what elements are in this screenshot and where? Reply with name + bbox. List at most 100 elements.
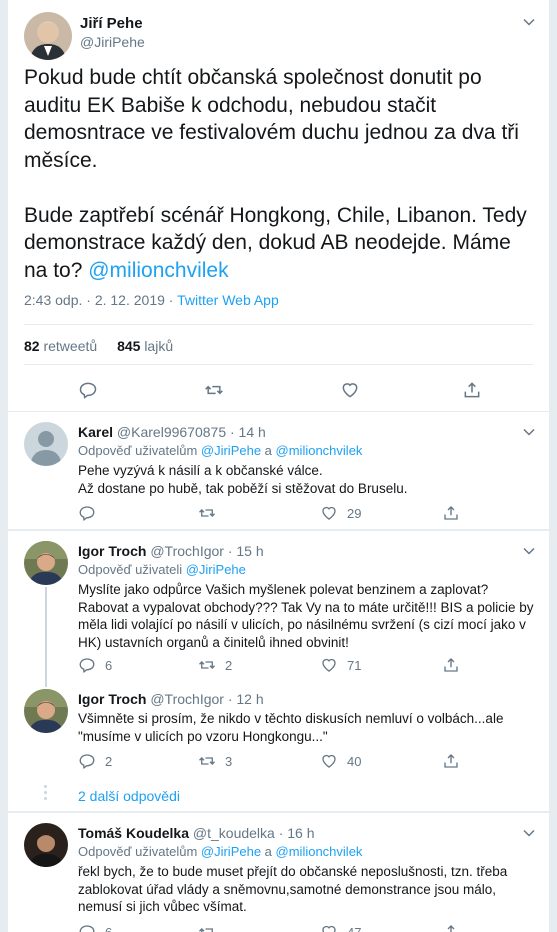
mention-link[interactable]: @JiriPehe <box>201 443 261 458</box>
mention-link[interactable]: @milionchvilek <box>276 844 363 859</box>
reply-icon <box>79 925 95 932</box>
like-icon <box>342 383 358 398</box>
like-button[interactable]: 40 <box>320 752 361 770</box>
retweet-button[interactable]: 2 <box>198 656 232 674</box>
like-icon <box>322 754 336 768</box>
reply-author-name[interactable]: Tomáš Koudelka <box>78 825 189 841</box>
reply-button[interactable] <box>78 380 98 400</box>
divider <box>24 364 533 365</box>
likes-stat[interactable]: 845 lajků <box>117 338 173 354</box>
like-button[interactable] <box>340 380 360 400</box>
replying-to-label: Odpověď uživateli <box>78 562 186 577</box>
replying-to-label: Odpověď uživatelům <box>78 844 201 859</box>
chevron-down-icon[interactable] <box>523 16 535 28</box>
avatar[interactable] <box>24 541 68 585</box>
tweet-text: Pokud bude chtít občanská společnost don… <box>24 64 534 284</box>
reply-button[interactable] <box>78 504 105 522</box>
timestamp[interactable]: 2:43 odp. · 2. 12. 2019 · <box>24 292 177 308</box>
mention-link[interactable]: @JiriPehe <box>186 562 246 577</box>
reply-text: řekl bych, že to bude muset přejít do ob… <box>78 864 508 914</box>
reply-tweet[interactable]: Karel @Karel99670875 · 14 h Odpověď uživ… <box>8 412 549 530</box>
chevron-down-icon[interactable] <box>523 827 535 839</box>
source-link[interactable]: Twitter Web App <box>177 292 279 308</box>
tweet-meta: 2:43 odp. · 2. 12. 2019 · Twitter Web Ap… <box>24 292 279 308</box>
reply-count: 6 <box>105 924 113 932</box>
retweet-button[interactable] <box>204 380 224 400</box>
reply-header: Igor Troch @TrochIgor · 12 h <box>78 691 264 707</box>
reply-button[interactable]: 6 <box>78 923 112 932</box>
avatar[interactable] <box>24 422 68 466</box>
reply-text: Všimněte si prosím, že nikdo v těchto di… <box>78 711 504 744</box>
author-name[interactable]: Jiří Pehe <box>80 15 143 32</box>
reply-time[interactable]: · 14 h <box>226 424 266 440</box>
retweet-button[interactable] <box>198 504 225 522</box>
tweet-body: Pokud bude chtít občanská společnost don… <box>24 66 527 282</box>
retweet-count: 2 <box>225 657 233 673</box>
reply-button[interactable]: 6 <box>78 656 112 674</box>
replying-to: Odpověď uživateli @JiriPehe <box>78 562 246 577</box>
likes-count: 845 <box>117 338 141 354</box>
reply-icon <box>79 382 97 399</box>
reply-button[interactable]: 2 <box>78 752 112 770</box>
chevron-down-icon[interactable] <box>523 545 535 557</box>
avatar[interactable] <box>24 12 72 60</box>
reply-author-handle[interactable]: @TrochIgor <box>150 691 224 707</box>
reply-icon <box>79 658 95 673</box>
replying-to-label: Odpověď uživatelům <box>78 443 201 458</box>
reply-text: Myslíte jako odpůrce Vašich myšlenek pol… <box>78 582 534 650</box>
reply-author-name[interactable]: Igor Troch <box>78 691 146 707</box>
engagement-stats: 82 retweetů 845 lajků <box>24 338 173 354</box>
share-icon <box>444 754 458 768</box>
mention-link[interactable]: @milionchvilek <box>88 259 228 282</box>
retweets-stat[interactable]: 82 retweetů <box>24 338 97 354</box>
like-icon <box>322 658 336 672</box>
share-icon <box>447 925 455 932</box>
share-icon <box>464 382 480 398</box>
retweet-button[interactable] <box>198 923 225 932</box>
reply-tweet[interactable]: Tomáš Koudelka @t_koudelka · 16 h Odpově… <box>8 813 549 932</box>
reply-header: Igor Troch @TrochIgor · 15 h <box>78 543 264 559</box>
retweet-count: 3 <box>225 753 233 769</box>
retweet-icon <box>205 385 223 395</box>
thread-dots <box>44 785 48 803</box>
reply-header: Karel @Karel99670875 · 14 h <box>78 424 266 440</box>
reply-author-name[interactable]: Karel <box>78 424 113 440</box>
reply-author-handle[interactable]: @TrochIgor <box>150 543 224 559</box>
reply-count: 6 <box>105 657 113 673</box>
likes-label: lajků <box>144 338 174 354</box>
replying-to: Odpověď uživatelům @JiriPehe a @milionch… <box>78 844 362 859</box>
share-button[interactable] <box>462 380 482 400</box>
reply-time[interactable]: · 16 h <box>275 825 315 841</box>
chevron-down-icon[interactable] <box>523 426 535 438</box>
like-button[interactable]: 71 <box>320 656 361 674</box>
share-button[interactable] <box>442 752 460 770</box>
share-button[interactable] <box>442 504 460 522</box>
thread-line <box>45 587 47 687</box>
share-button[interactable] <box>442 923 460 932</box>
author-handle[interactable]: @JiriPehe <box>80 34 145 50</box>
divider <box>24 324 533 325</box>
like-count: 71 <box>347 657 362 673</box>
avatar[interactable] <box>24 823 68 867</box>
show-more-replies-link[interactable]: 2 další odpovědi <box>78 788 180 804</box>
like-button[interactable]: 47 <box>320 923 361 932</box>
like-count: 40 <box>347 753 362 769</box>
reply-author-name[interactable]: Igor Troch <box>78 543 146 559</box>
reply-author-handle[interactable]: @Karel99670875 <box>117 424 226 440</box>
retweet-icon <box>199 509 215 517</box>
like-button[interactable]: 29 <box>320 504 361 522</box>
like-count: 47 <box>347 924 362 932</box>
reply-time[interactable]: · 12 h <box>224 691 264 707</box>
avatar[interactable] <box>24 689 68 733</box>
share-button[interactable] <box>442 656 460 674</box>
reply-time[interactable]: · 15 h <box>224 543 264 559</box>
share-icon <box>444 658 458 672</box>
reply-author-handle[interactable]: @t_koudelka <box>193 825 275 841</box>
retweet-button[interactable]: 3 <box>198 752 232 770</box>
replying-to: Odpověď uživatelům @JiriPehe a @milionch… <box>78 443 362 458</box>
like-icon <box>322 925 336 932</box>
main-tweet: Jiří Pehe @JiriPehe Pokud bude chtít obč… <box>8 0 549 412</box>
mention-link[interactable]: @milionchvilek <box>276 443 363 458</box>
retweets-label: retweetů <box>43 338 98 354</box>
mention-link[interactable]: @JiriPehe <box>201 844 261 859</box>
